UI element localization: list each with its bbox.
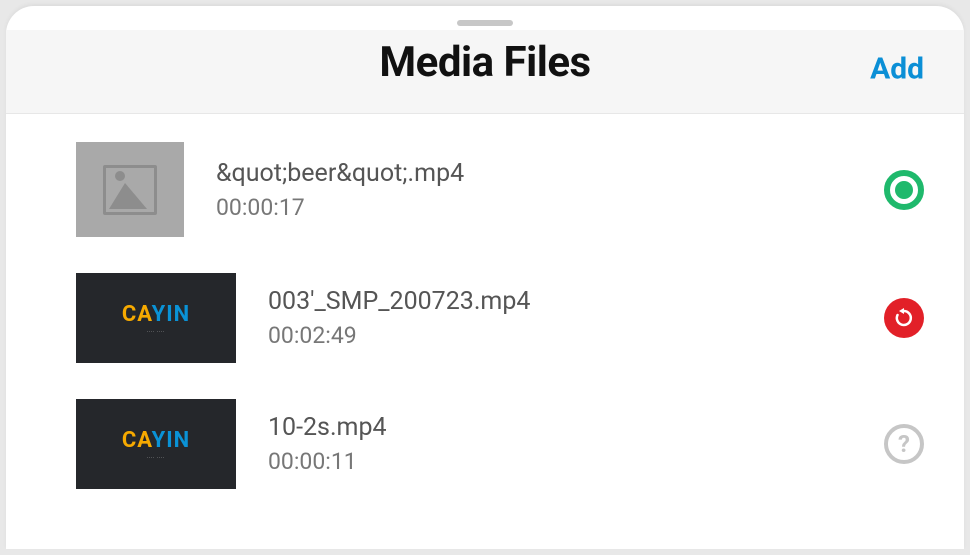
add-button[interactable]: Add (870, 51, 924, 86)
image-placeholder-icon (103, 165, 157, 215)
status-refresh-icon[interactable] (884, 298, 924, 338)
thumbnail-cayin: CAYIN ‧‧‧‧ ‧‧‧‧ (76, 273, 236, 363)
file-duration: 00:02:49 (268, 322, 884, 349)
file-meta: 10-2s.mp4 00:00:11 (236, 413, 884, 475)
cayin-logo-sub: ‧‧‧‧ ‧‧‧‧ (147, 329, 165, 335)
file-duration: 00:00:11 (268, 448, 884, 475)
status-selected-icon[interactable] (884, 170, 924, 210)
thumbnail-placeholder (76, 142, 184, 237)
file-meta: 003'_SMP_200723.mp4 00:02:49 (236, 287, 884, 349)
cayin-logo-sub: ‧‧‧‧ ‧‧‧‧ (147, 455, 165, 461)
drag-handle[interactable] (457, 20, 513, 26)
file-duration: 00:00:17 (216, 194, 884, 221)
file-list: &quot;beer&quot;.mp4 00:00:17 CAYIN ‧‧‧‧… (6, 114, 964, 507)
refresh-arrow-icon (892, 306, 916, 330)
list-item[interactable]: CAYIN ‧‧‧‧ ‧‧‧‧ 003'_SMP_200723.mp4 00:0… (6, 255, 964, 381)
file-name: &quot;beer&quot;.mp4 (216, 159, 884, 188)
status-unknown-icon[interactable]: ? (884, 424, 924, 464)
page-title: Media Files (379, 38, 590, 87)
thumbnail-cayin: CAYIN ‧‧‧‧ ‧‧‧‧ (76, 399, 236, 489)
file-meta: &quot;beer&quot;.mp4 00:00:17 (184, 159, 884, 221)
list-item[interactable]: CAYIN ‧‧‧‧ ‧‧‧‧ 10-2s.mp4 00:00:11 ? (6, 381, 964, 507)
list-item[interactable]: &quot;beer&quot;.mp4 00:00:17 (6, 124, 964, 255)
media-files-panel: Media Files Add &quot;beer&quot;.mp4 00:… (6, 6, 964, 549)
file-name: 003'_SMP_200723.mp4 (268, 287, 884, 316)
header: Media Files Add (6, 30, 964, 114)
file-name: 10-2s.mp4 (268, 413, 884, 442)
cayin-logo-icon: CAYIN (122, 428, 190, 453)
cayin-logo-icon: CAYIN (122, 302, 190, 327)
